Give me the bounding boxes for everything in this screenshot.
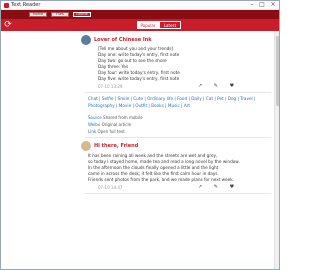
post-line: Friends sent photos from the park, and w… <box>88 177 235 182</box>
avatar[interactable] <box>81 35 91 45</box>
app-window: Text Reader – □ × Home Files Online ⟳ Po… <box>0 0 280 270</box>
repost-icon[interactable]: ↗ <box>198 83 202 89</box>
divider <box>85 92 271 93</box>
toolbar-button-2[interactable]: Files <box>51 12 69 17</box>
note-label: Link <box>88 129 97 134</box>
toolbar-button-3[interactable]: Online <box>73 12 91 17</box>
tab-left[interactable]: Popular <box>137 21 159 29</box>
post-actions: ↗ ✎ ♥ <box>198 184 244 190</box>
note-text: Open full text <box>97 129 125 134</box>
title-bar: Text Reader – □ × <box>1 1 279 10</box>
avatar[interactable] <box>81 141 91 151</box>
note-label: Weibo <box>88 122 101 127</box>
comment-icon[interactable]: ✎ <box>214 83 218 89</box>
repost-icon[interactable]: ↗ <box>198 184 202 190</box>
maximize-button[interactable]: □ <box>257 1 267 9</box>
post-username[interactable]: Lover of Chinese Ink <box>94 37 152 43</box>
like-icon[interactable]: ♥ <box>230 184 234 190</box>
minimize-button[interactable]: – <box>247 1 257 9</box>
source-note[interactable]: Link Open full text <box>88 129 125 134</box>
post-username[interactable]: Hi there, Friend <box>94 143 138 149</box>
window-title: Text Reader <box>11 2 41 8</box>
refresh-icon[interactable]: ⟳ <box>3 20 13 30</box>
nav-bar: ⟳ Popular Latest <box>1 19 279 31</box>
note-label: Source <box>88 115 102 120</box>
scrollbar[interactable] <box>274 31 279 269</box>
feed: Lover of Chinese Ink [Tell me about you … <box>1 31 279 269</box>
post-time: 07-10 13:29 <box>98 84 123 89</box>
post-actions: ↗ ✎ ♥ <box>198 83 244 89</box>
toolbar: Home Files Online <box>1 10 279 19</box>
divider <box>85 193 271 194</box>
app-icon <box>4 3 9 8</box>
close-button[interactable]: × <box>268 1 278 9</box>
divider <box>85 137 271 138</box>
source-note: Source Shared from mobile <box>88 115 143 120</box>
post-time: 07-10 14:47 <box>98 185 123 190</box>
toolbar-button-1[interactable]: Home <box>29 12 47 17</box>
note-text: Original article <box>101 122 132 127</box>
source-note: Weibo Original article <box>88 122 131 127</box>
post-line: Day five: write today's entry, first not… <box>98 76 180 81</box>
tab-right[interactable]: Latest <box>159 21 181 29</box>
scrollbar-thumb[interactable] <box>276 36 279 106</box>
like-icon[interactable]: ♥ <box>230 83 234 89</box>
topic-tags[interactable]: Chat | Selfie | Smile | Cute | Ordinary … <box>88 96 268 109</box>
note-text: Shared from mobile <box>103 115 143 120</box>
comment-icon[interactable]: ✎ <box>214 184 218 190</box>
